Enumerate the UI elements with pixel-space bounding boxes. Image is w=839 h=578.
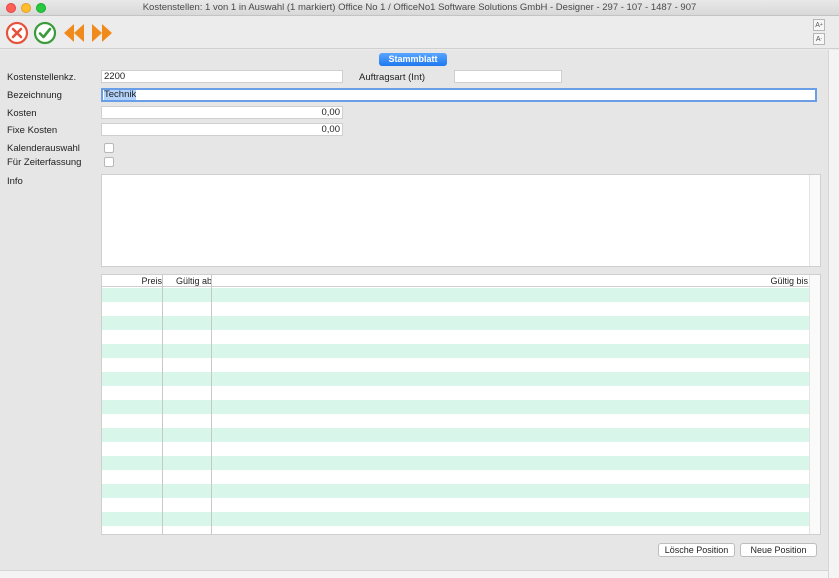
column-header-gueltig-bis[interactable]: Gültig bis [770,276,808,286]
kosten-field[interactable]: 0,00 [101,106,343,119]
column-divider [211,275,212,534]
font-decrease-button[interactable]: A- [813,33,825,45]
table-row[interactable] [102,498,810,512]
fixe-kosten-field[interactable]: 0,00 [101,123,343,136]
window-scrollbar[interactable] [828,50,839,578]
info-scrollbar[interactable] [809,175,820,266]
table-row[interactable] [102,372,810,386]
bezeichnung-label: Bezeichnung [7,90,62,101]
zeiterfassung-label: Für Zeiterfassung [7,157,82,168]
kostenstellenkz-label: Kostenstellenkz. [7,72,77,83]
kostenstellenkz-field[interactable]: 2200 [101,70,343,83]
column-header-gueltig-ab[interactable]: Gültig ab [176,276,212,286]
table-row[interactable] [102,428,810,442]
column-divider [162,275,163,534]
checkmark-icon [33,21,56,44]
form-area: Stammblatt Kostenstellenkz. 2200 Auftrag… [0,50,828,570]
toolbar: A + A- [0,16,839,49]
table-row[interactable] [102,470,810,484]
table-row[interactable] [102,344,810,358]
price-table: Preis Gültig ab Gültig bis [101,274,821,535]
delete-position-button[interactable]: Lösche Position [658,543,735,557]
table-row[interactable] [102,484,810,498]
table-row[interactable] [102,302,810,316]
new-position-button[interactable]: Neue Position [740,543,817,557]
table-scrollbar[interactable] [809,275,820,534]
window-title: Kostenstellen: 1 von 1 in Auswahl (1 mar… [142,2,697,13]
title-bar: Kostenstellen: 1 von 1 in Auswahl (1 mar… [0,0,839,16]
double-chevron-right-icon [91,23,112,42]
next-record-button[interactable] [89,20,114,45]
auftragsart-label: Auftragsart (Int) [359,72,425,83]
table-row[interactable] [102,386,810,400]
table-row[interactable] [102,358,810,372]
font-increase-button[interactable]: A + [813,19,825,31]
info-textarea[interactable] [101,174,821,267]
column-header-preis[interactable]: Preis [141,276,162,286]
confirm-button[interactable] [32,20,57,45]
info-label: Info [7,176,23,187]
table-row[interactable] [102,288,810,302]
tab-stammblatt[interactable]: Stammblatt [379,53,447,66]
bezeichnung-value: Technik [104,89,137,100]
table-header: Preis Gültig ab Gültig bis [102,275,810,287]
status-bar [0,570,828,578]
table-row[interactable] [102,316,810,330]
table-row[interactable] [102,442,810,456]
previous-record-button[interactable] [61,20,86,45]
table-row[interactable] [102,400,810,414]
fixe-kosten-label: Fixe Kosten [7,125,58,136]
auftragsart-field[interactable] [454,70,562,83]
cancel-button[interactable] [4,20,29,45]
bezeichnung-field[interactable]: Technik [101,88,817,102]
table-row[interactable] [102,330,810,344]
table-row[interactable] [102,456,810,470]
zeiterfassung-checkbox[interactable] [104,157,114,167]
kalenderauswahl-checkbox[interactable] [104,143,114,153]
kosten-label: Kosten [7,108,37,119]
cancel-x-icon [5,21,28,44]
kalenderauswahl-label: Kalenderauswahl [7,143,80,154]
table-row[interactable] [102,512,810,526]
double-chevron-left-icon [63,23,84,42]
table-row[interactable] [102,414,810,428]
